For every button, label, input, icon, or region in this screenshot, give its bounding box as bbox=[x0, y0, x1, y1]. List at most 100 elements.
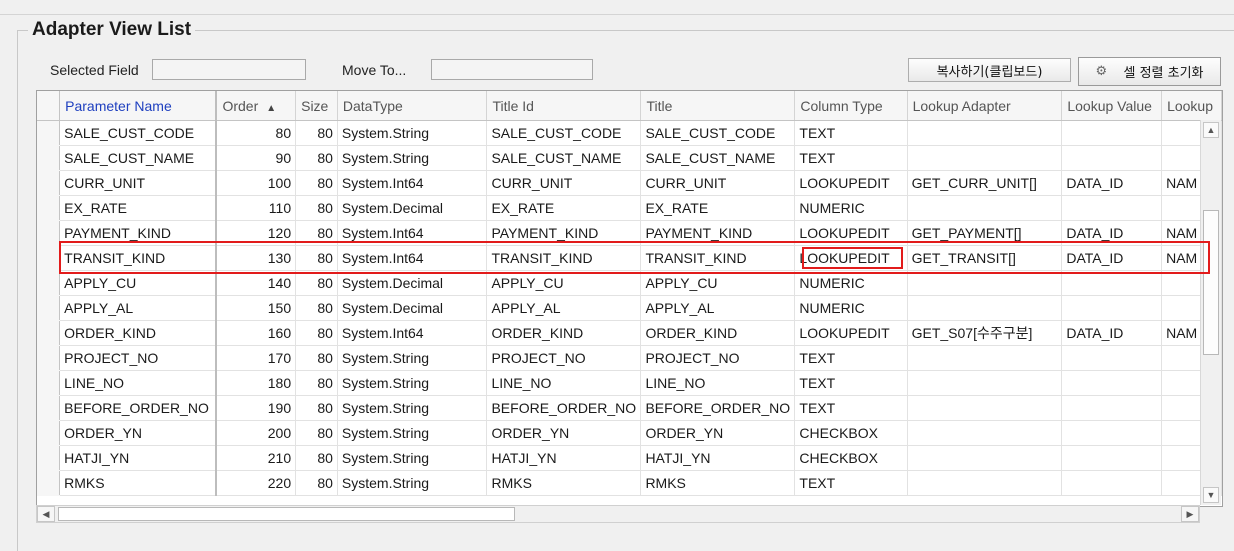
scroll-down-icon[interactable]: ▼ bbox=[1203, 487, 1219, 503]
table-row[interactable]: BEFORE_ORDER_NO 190 80 System.String BEFORE_… bbox=[37, 395, 1222, 421]
cell-title[interactable]: APPLY_AL bbox=[640, 295, 796, 321]
cell-title-id[interactable]: BEFORE_ORDER_NO bbox=[486, 395, 642, 421]
cell-title-id[interactable]: ORDER_KIND bbox=[486, 320, 642, 346]
cell-datatype[interactable]: System.Decimal bbox=[337, 295, 488, 321]
cell-title[interactable]: PROJECT_NO bbox=[640, 345, 796, 371]
cell-column-type[interactable]: TEXT bbox=[794, 395, 908, 421]
cell-datatype[interactable]: System.String bbox=[337, 445, 488, 471]
cell-lookup-value[interactable]: DATA_ID bbox=[1061, 220, 1163, 246]
cell-parameter-name[interactable]: LINE_NO bbox=[59, 370, 218, 396]
table-row[interactable]: SALE_CUST_CODE 80 80 System.String SALE_CUST… bbox=[37, 121, 1222, 146]
cell-parameter-name[interactable]: SALE_CUST_CODE bbox=[59, 121, 218, 146]
cell-parameter-name[interactable]: ORDER_YN bbox=[59, 420, 218, 446]
column-header-parameter-name[interactable]: Parameter Name bbox=[59, 91, 218, 121]
cell-parameter-name[interactable]: RMKS bbox=[59, 470, 218, 496]
cell-title-id[interactable]: TRANSIT_KIND bbox=[486, 245, 642, 271]
cell-title-id[interactable]: ORDER_YN bbox=[486, 420, 642, 446]
cell-lookup-value[interactable] bbox=[1061, 420, 1163, 446]
column-header-column-type[interactable]: Column Type bbox=[794, 91, 908, 121]
cell-parameter-name[interactable]: SALE_CUST_NAME bbox=[59, 145, 218, 171]
cell-title-id[interactable]: EX_RATE bbox=[486, 195, 642, 221]
cell-lookup-adapter[interactable]: GET_PAYMENT[] bbox=[907, 220, 1063, 246]
cell-datatype[interactable]: System.Decimal bbox=[337, 195, 488, 221]
table-row[interactable]: APPLY_CU 140 80 System.Decimal APPLY_CU APPLY… bbox=[37, 270, 1222, 296]
row-indicator[interactable] bbox=[37, 295, 61, 321]
column-header-title-id[interactable]: Title Id bbox=[486, 91, 642, 121]
column-header-lookup[interactable]: Lookup bbox=[1161, 91, 1222, 121]
cell-title-id[interactable]: PROJECT_NO bbox=[486, 345, 642, 371]
table-row[interactable]: PROJECT_NO 170 80 System.String PROJECT_NO PR… bbox=[37, 345, 1222, 371]
cell-lookup-value[interactable]: DATA_ID bbox=[1061, 245, 1163, 271]
table-row[interactable]: EX_RATE 110 80 System.Decimal EX_RATE EX_RATE… bbox=[37, 195, 1222, 221]
cell-title-id[interactable]: SALE_CUST_CODE bbox=[486, 121, 642, 146]
cell-datatype[interactable]: System.Int64 bbox=[337, 320, 488, 346]
cell-parameter-name[interactable]: CURR_UNIT bbox=[59, 170, 218, 196]
cell-datatype[interactable]: System.Decimal bbox=[337, 270, 488, 296]
cell-column-type[interactable]: TEXT bbox=[794, 470, 908, 496]
cell-size[interactable]: 80 bbox=[295, 345, 338, 371]
cell-order[interactable]: 170 bbox=[216, 345, 297, 371]
cell-lookup-value[interactable]: DATA_ID bbox=[1061, 170, 1163, 196]
row-indicator[interactable] bbox=[37, 420, 61, 446]
cell-title-id[interactable]: APPLY_AL bbox=[486, 295, 642, 321]
cell-column-type[interactable]: LOOKUPEDIT bbox=[794, 170, 908, 196]
cell-parameter-name[interactable]: HATJI_YN bbox=[59, 445, 218, 471]
cell-datatype[interactable]: System.Int64 bbox=[337, 220, 488, 246]
cell-title[interactable]: BEFORE_ORDER_NO bbox=[640, 395, 796, 421]
column-header-title[interactable]: Title bbox=[640, 91, 796, 121]
cell-title[interactable]: PAYMENT_KIND bbox=[640, 220, 796, 246]
cell-title[interactable]: APPLY_CU bbox=[640, 270, 796, 296]
cell-column-type[interactable]: NUMERIC bbox=[794, 270, 908, 296]
cell-size[interactable]: 80 bbox=[295, 320, 338, 346]
cell-lookup-adapter[interactable] bbox=[907, 195, 1063, 221]
cell-title[interactable]: SALE_CUST_NAME bbox=[640, 145, 796, 171]
cell-lookup-value[interactable] bbox=[1061, 195, 1163, 221]
cell-lookup-value[interactable] bbox=[1061, 370, 1163, 396]
copy-clipboard-button[interactable]: 복사하기(클립보드) bbox=[908, 58, 1071, 82]
cell-size[interactable]: 80 bbox=[295, 245, 338, 271]
column-header-datatype[interactable]: DataType bbox=[337, 91, 488, 121]
cell-order[interactable]: 200 bbox=[216, 420, 297, 446]
cell-lookup-adapter[interactable]: GET_TRANSIT[] bbox=[907, 245, 1063, 271]
cell-parameter-name[interactable]: ORDER_KIND bbox=[59, 320, 218, 346]
cell-lookup-adapter[interactable] bbox=[907, 395, 1063, 421]
table-row[interactable]: TRANSIT_KIND 130 80 System.Int64 TRANSIT_KIN… bbox=[37, 245, 1222, 271]
selected-field-input[interactable] bbox=[152, 59, 306, 80]
cell-datatype[interactable]: System.String bbox=[337, 420, 488, 446]
cell-size[interactable]: 80 bbox=[295, 470, 338, 496]
cell-title-id[interactable]: CURR_UNIT bbox=[486, 170, 642, 196]
row-indicator[interactable] bbox=[37, 370, 61, 396]
cell-size[interactable]: 80 bbox=[295, 220, 338, 246]
cell-order[interactable]: 110 bbox=[216, 195, 297, 221]
cell-parameter-name[interactable]: EX_RATE bbox=[59, 195, 218, 221]
table-row[interactable]: ORDER_KIND 160 80 System.Int64 ORDER_KIND ORD… bbox=[37, 320, 1222, 346]
cell-title-id[interactable]: APPLY_CU bbox=[486, 270, 642, 296]
cell-lookup-value[interactable] bbox=[1061, 470, 1163, 496]
table-row[interactable]: LINE_NO 180 80 System.String LINE_NO LINE_NO T… bbox=[37, 370, 1222, 396]
cell-parameter-name[interactable]: APPLY_AL bbox=[59, 295, 218, 321]
cell-lookup-adapter[interactable] bbox=[907, 121, 1063, 146]
cell-lookup-value[interactable] bbox=[1061, 345, 1163, 371]
table-row[interactable]: HATJI_YN 210 80 System.String HATJI_YN HATJI_… bbox=[37, 445, 1222, 471]
cell-title-id[interactable]: SALE_CUST_NAME bbox=[486, 145, 642, 171]
cell-lookup-value[interactable] bbox=[1061, 121, 1163, 146]
cell-order[interactable]: 80 bbox=[216, 121, 297, 146]
cell-column-type[interactable]: LOOKUPEDIT bbox=[794, 245, 908, 271]
column-header-lookup-value[interactable]: Lookup Value bbox=[1061, 91, 1163, 121]
cell-title-id[interactable]: LINE_NO bbox=[486, 370, 642, 396]
row-indicator[interactable] bbox=[37, 220, 61, 246]
cell-column-type[interactable]: TEXT bbox=[794, 121, 908, 146]
cell-column-type[interactable]: CHECKBOX bbox=[794, 445, 908, 471]
row-indicator[interactable] bbox=[37, 245, 61, 271]
cell-order[interactable]: 210 bbox=[216, 445, 297, 471]
table-row[interactable]: CURR_UNIT 100 80 System.Int64 CURR_UNIT CURR_… bbox=[37, 170, 1222, 196]
cell-lookup-value[interactable] bbox=[1061, 145, 1163, 171]
scroll-right-icon[interactable]: ▶ bbox=[1181, 506, 1199, 522]
adapter-grid[interactable]: Parameter Name Order ▲ Size DataType Titl… bbox=[36, 90, 1223, 507]
cell-size[interactable]: 80 bbox=[295, 445, 338, 471]
row-indicator[interactable] bbox=[37, 195, 61, 221]
horizontal-scrollbar[interactable]: ◀ ▶ bbox=[36, 505, 1200, 523]
cell-column-type[interactable]: TEXT bbox=[794, 370, 908, 396]
column-header-lookup-adapter[interactable]: Lookup Adapter bbox=[907, 91, 1063, 121]
cell-datatype[interactable]: System.String bbox=[337, 470, 488, 496]
